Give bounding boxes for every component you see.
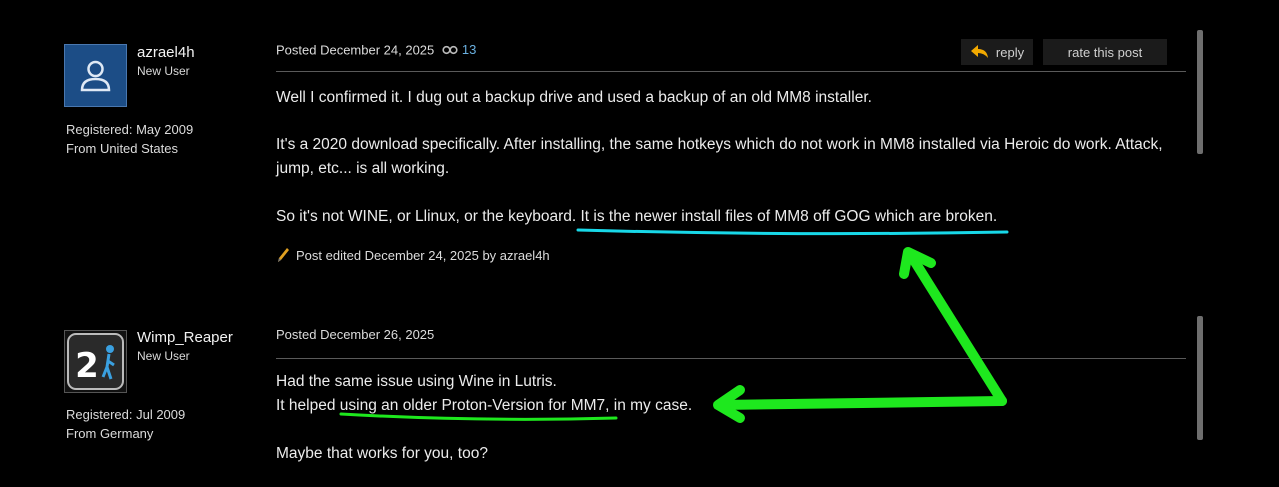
- author-role: New User: [137, 349, 190, 363]
- paragraph-text: So it's not WINE, or Llinux, or the keyb…: [276, 208, 577, 225]
- highlighted-text: using an older Proton-Version for MM7,: [339, 397, 610, 414]
- scrollbar[interactable]: [1197, 30, 1203, 154]
- views-icon: [442, 45, 458, 54]
- post-paragraph: It's a 2020 download specifically. After…: [276, 136, 1163, 177]
- post-body: Well I confirmed it. I dug out a backup …: [276, 86, 1188, 229]
- scrollbar[interactable]: [1197, 316, 1203, 440]
- post-paragraph: Well I confirmed it. I dug out a backup …: [276, 89, 872, 106]
- post-line: It helped using an older Proton-Version …: [276, 394, 1188, 418]
- line-text: It helped: [276, 397, 336, 414]
- post-paragraph: So it's not WINE, or Llinux, or the keyb…: [276, 205, 1188, 229]
- registered-date: Registered: May 2009: [66, 122, 194, 137]
- post-body: Had the same issue using Wine in Lutris.…: [276, 370, 1188, 466]
- post-line: Had the same issue using Wine in Lutris.: [276, 373, 557, 390]
- post-date: Posted December 24, 2025 13: [276, 42, 476, 58]
- view-count[interactable]: 13: [462, 42, 476, 57]
- author-info: Registered: May 2009 From United States: [66, 120, 193, 158]
- highlighted-text: It is the newer install files of MM8 off…: [580, 208, 998, 225]
- post-divider: [276, 71, 1186, 72]
- avatar[interactable]: [64, 44, 127, 107]
- avatar-glyph: 2: [75, 346, 99, 386]
- portal-avatar-icon: 2: [67, 333, 124, 390]
- post-line: Maybe that works for you, too?: [276, 445, 488, 462]
- author-name[interactable]: azrael4h: [137, 44, 195, 61]
- author-name[interactable]: Wimp_Reaper: [137, 329, 233, 346]
- post-date: Posted December 26, 2025: [276, 327, 435, 342]
- author-role: New User: [137, 64, 190, 78]
- pencil-icon: [278, 248, 289, 262]
- author-info: Registered: Jul 2009 From Germany: [66, 405, 185, 443]
- avatar[interactable]: 2: [64, 330, 127, 393]
- cyan-underline: [576, 228, 1009, 236]
- reply-arrow-icon: [970, 45, 988, 58]
- rate-post-button[interactable]: rate this post: [1043, 39, 1167, 65]
- reply-button[interactable]: reply: [961, 39, 1033, 65]
- author-location: From Germany: [66, 426, 154, 441]
- post-date-text: Posted December 24, 2025: [276, 42, 435, 58]
- author-location: From United States: [66, 141, 178, 156]
- post-divider: [276, 358, 1186, 359]
- registered-date: Registered: Jul 2009: [66, 407, 186, 422]
- reply-label: reply: [995, 44, 1025, 60]
- edit-note-text: Post edited December 24, 2025 by azrael4…: [296, 247, 550, 263]
- user-icon: [80, 60, 111, 92]
- rate-label: rate this post: [1067, 44, 1143, 60]
- edit-note: Post edited December 24, 2025 by azrael4…: [276, 247, 550, 263]
- line-text: in my case.: [613, 397, 693, 414]
